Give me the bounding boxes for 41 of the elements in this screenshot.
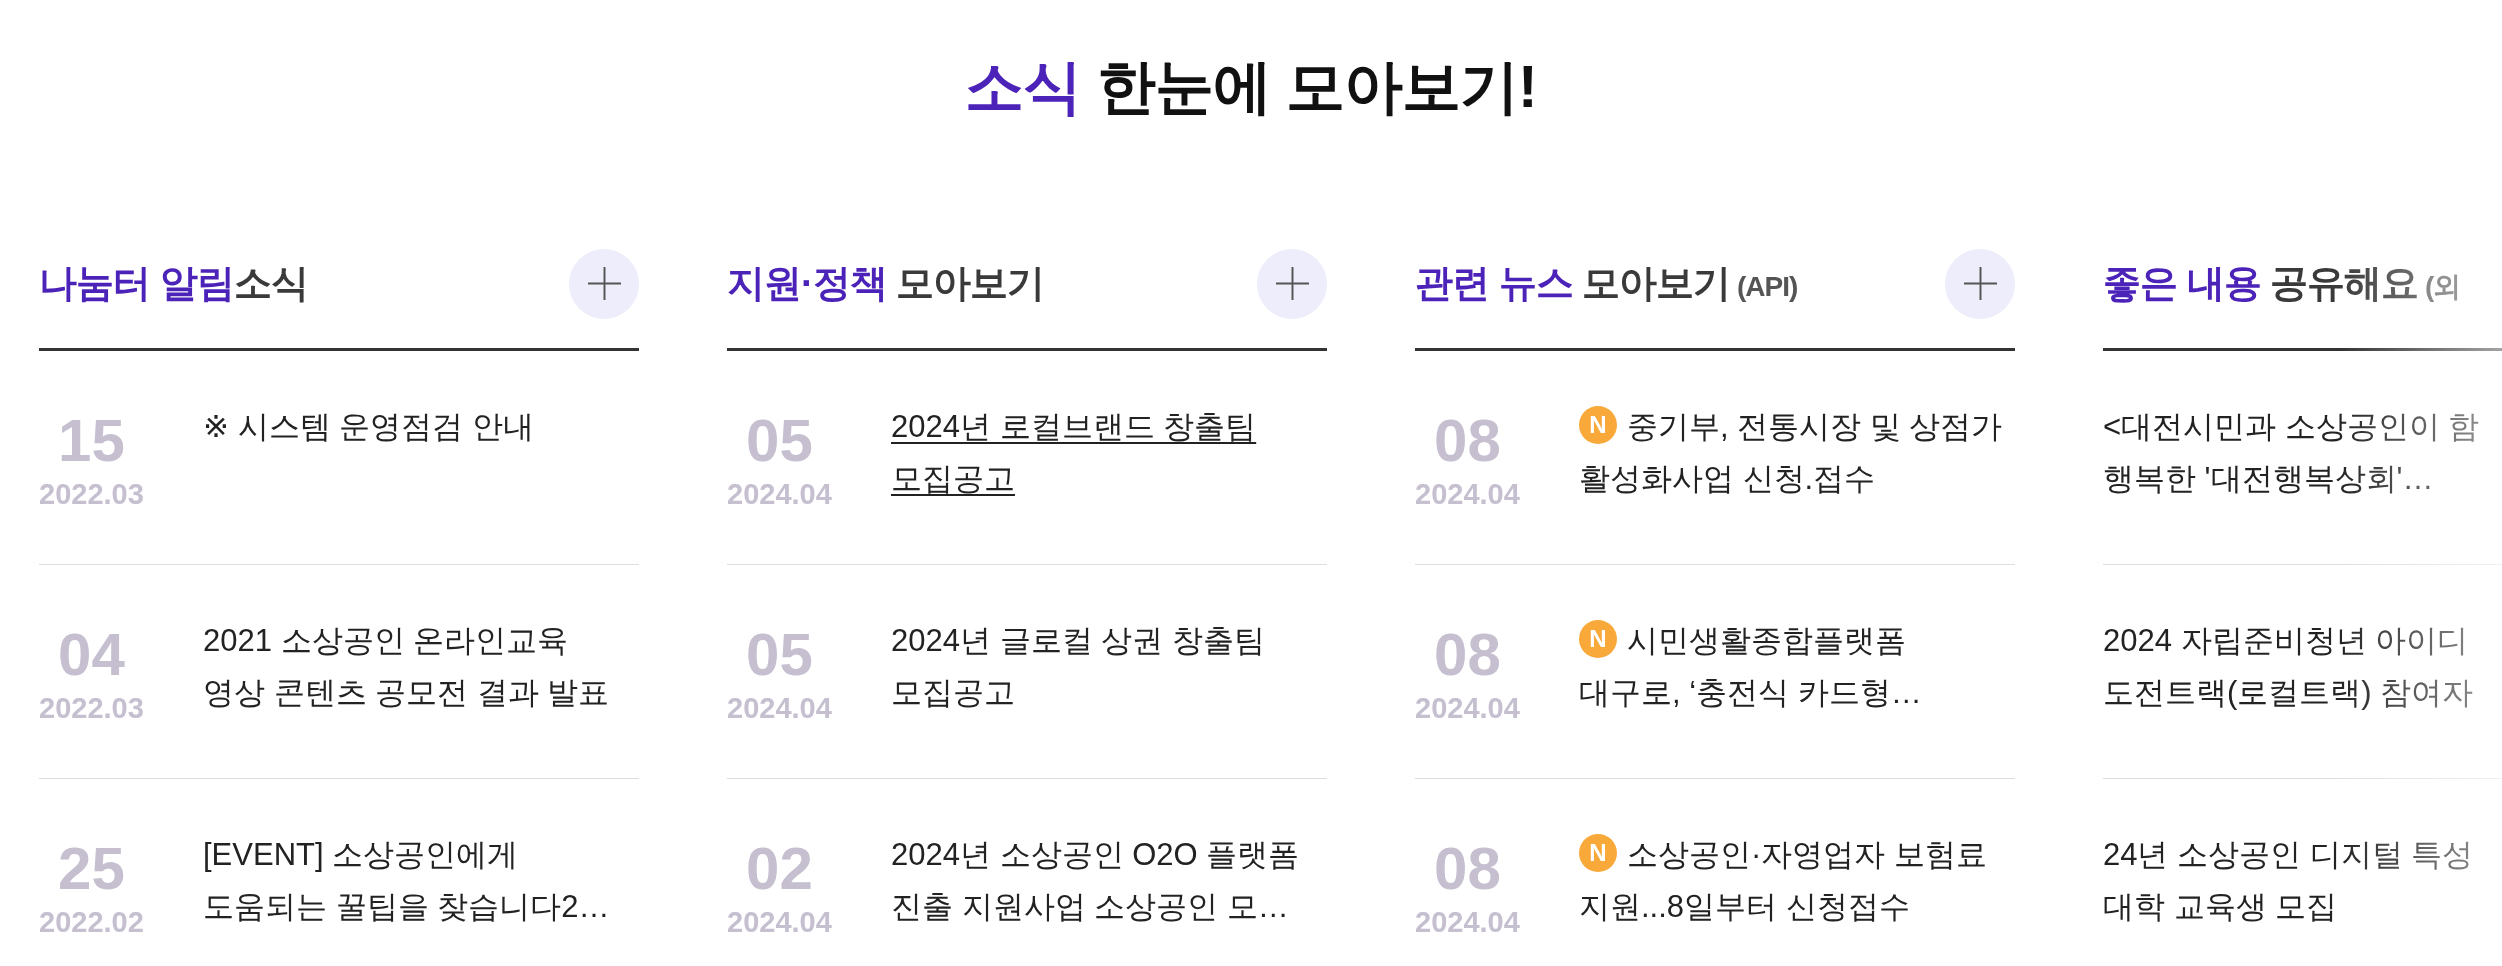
year-month-label: 2024.04 [1415,907,1520,937]
news-title-link[interactable]: 2024년 글로컬 상권 창출팀 모집공고 [891,614,1265,778]
news-title-link[interactable]: N 시민생활종합플랫폼 대구로, ‘충전식 카드형… [1579,614,1922,778]
day-number: 08 [1434,624,1501,685]
new-badge: N [1579,405,1617,444]
news-title-link[interactable]: <대전시민과 소상공인이 함 행복한 '대전행복상회'… [2103,400,2480,564]
news-title-link[interactable]: ※ 시스템 운영점검 안내 [203,400,534,564]
news-title-link[interactable]: N 소상공인·자영업자 보험료 지원...8일부터 신청접수 [1579,828,1987,966]
column-heading: 좋은 내용 공유해요 (외 [2103,261,2461,306]
plus-icon [1963,267,1997,301]
year-month-label: 2024.04 [727,479,832,509]
day-number: 25 [58,838,125,899]
column-heading: 관련 뉴스 모아보기 (API) [1415,261,1798,306]
year-month-label: 2024.04 [1415,479,1520,509]
day-number: 15 [58,410,125,471]
year-month-label: 2024.04 [727,907,832,937]
news-title-link[interactable]: 2021 소상공인 온라인교육 영상 콘텐츠 공모전 결과 발표 [203,614,610,778]
day-number: 05 [746,410,813,471]
news-title-link[interactable]: N 중기부, 전통시장 및 상점가 활성화사업 신청.접수 [1579,400,2003,564]
year-month-label: 2024.04 [1415,693,1520,723]
news-title-link[interactable]: 2024 자립준비청년 아이디 도전트랙(로컬트랙) 참여자 [2103,614,2474,778]
new-badge: N [1579,619,1617,658]
year-month-label: 2022.03 [39,479,144,509]
news-title-link[interactable]: [EVENT] 소상공인에게 도움되는 꿀팁을 찾습니다2… [203,828,610,966]
year-month-label: 2022.02 [39,907,144,937]
day-number: 08 [1434,410,1501,471]
column-heading: 지원·정책 모아보기 [727,261,1045,306]
plus-icon [587,267,621,301]
year-month-label: 2024.04 [727,693,832,723]
new-badge: N [1579,833,1617,872]
day-number: 04 [58,624,125,685]
news-title-link[interactable]: 2024년 소상공인 O2O 플랫폼 진출 지원사업 소상공인 모… [891,828,1300,966]
section-title: 소식 한눈에 모아보기! [964,53,1538,122]
day-number: 08 [1434,838,1501,899]
year-month-label: 2022.03 [39,693,144,723]
day-number: 05 [746,624,813,685]
news-title-link[interactable]: 24년 소상공인 디지털 특성 대학 교육생 모집 [2103,828,2474,966]
column-heading: 나눔터 알림소식 [39,261,308,306]
day-number: 02 [746,838,813,899]
plus-icon [1275,267,1309,301]
news-title-link[interactable]: 2024년 로컬브랜드 창출팀 모집공고 [891,400,1257,564]
